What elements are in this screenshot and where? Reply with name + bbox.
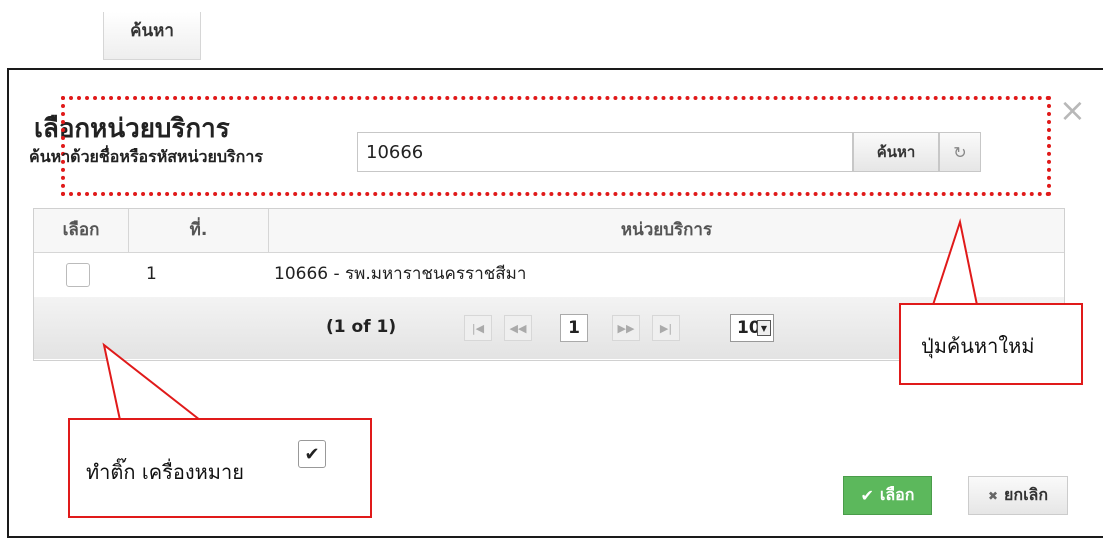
- check-callout: ทำติ๊ก เครื่องหมาย ✔: [68, 418, 372, 518]
- row-number: 1: [146, 264, 157, 284]
- page-number-button[interactable]: 1: [560, 314, 588, 342]
- cancel-button-label: ยกเลิก: [1004, 485, 1049, 504]
- header-select: เลือก: [34, 209, 129, 252]
- search-input[interactable]: [357, 132, 853, 172]
- search-label: ค้นหาด้วยชื่อหรือรหัสหน่วยบริการ: [29, 147, 263, 166]
- table-row[interactable]: 1 10666 - รพ.มหาราชนครราชสีมา: [34, 252, 1064, 298]
- cancel-x-icon: ✖: [987, 488, 999, 503]
- select-button[interactable]: ✔ เลือก: [843, 476, 932, 515]
- refresh-button[interactable]: ↻: [939, 132, 981, 172]
- row-checkbox[interactable]: [66, 263, 90, 287]
- row-select-cell: [34, 252, 129, 297]
- close-icon[interactable]: ×: [1059, 94, 1086, 126]
- first-page-icon[interactable]: |◀: [464, 315, 492, 341]
- check-icon: ✔: [860, 486, 874, 505]
- background-search-button[interactable]: ค้นหา: [103, 12, 201, 60]
- select-button-label: เลือก: [879, 485, 915, 504]
- last-page-icon[interactable]: ▶|: [652, 315, 680, 341]
- next-page-icon[interactable]: ▶▶: [612, 315, 640, 341]
- cancel-button[interactable]: ✖ ยกเลิก: [968, 476, 1068, 515]
- refresh-callout-text: ปุ่มค้นหาใหม่: [921, 334, 1035, 358]
- search-button[interactable]: ค้นหา: [853, 132, 939, 172]
- row-unit: 10666 - รพ.มหาราชนครราชสีมา: [274, 264, 527, 284]
- rows-per-page-select[interactable]: 10 ▼: [730, 314, 774, 342]
- refresh-icon: ↻: [953, 142, 967, 162]
- chevron-down-icon: ▼: [757, 320, 771, 336]
- refresh-callout: ปุ่มค้นหาใหม่: [899, 303, 1083, 385]
- prev-page-icon[interactable]: ◀◀: [504, 315, 532, 341]
- header-number: ที่.: [129, 209, 269, 252]
- checkmark-icon: ✔: [298, 440, 326, 468]
- header-unit: หน่วยบริการ: [620, 220, 713, 240]
- page-status: (1 of 1): [326, 317, 397, 337]
- check-callout-text: ทำติ๊ก เครื่องหมาย: [86, 460, 244, 484]
- dialog-title: เลือกหน่วยบริการ: [34, 114, 230, 144]
- table-header: เลือก ที่. หน่วยบริการ: [34, 209, 1064, 253]
